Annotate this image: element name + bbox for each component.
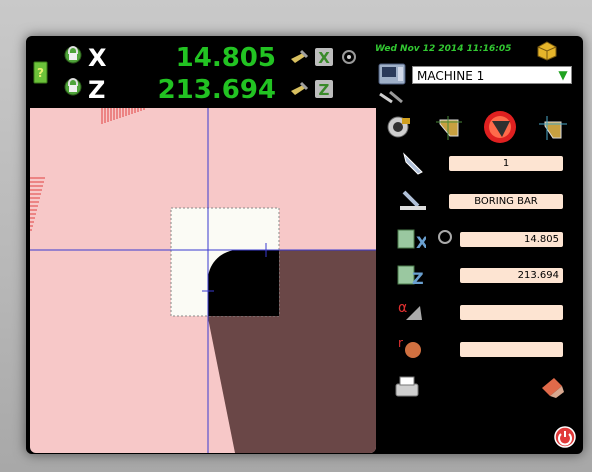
canvas-drawing [30,108,376,453]
tool-number-icon [403,152,423,175]
angle-field[interactable] [460,305,563,320]
x-axis-row: X 14.805 X [26,42,398,78]
x-axis-label: X [88,44,107,72]
zero-axis-icon[interactable]: Z [314,79,334,99]
view-tool-axes-icon[interactable] [539,116,567,140]
zero-axis-icon[interactable]: X [314,47,334,67]
power-icon[interactable] [554,426,576,448]
radius-icon[interactable]: r [396,335,426,361]
toolpath-canvas[interactable] [30,108,376,453]
svg-text:Z: Z [412,269,424,288]
view-tool-outline-icon[interactable] [436,116,462,140]
view-tool-active-icon[interactable] [482,110,518,144]
z-axis-row: Z 213.694 Z [26,74,398,110]
z-offset-icon[interactable]: Z [396,262,426,288]
x-offset-field[interactable]: 14.805 [460,232,563,247]
z-axis-label: Z [88,76,106,104]
z-offset-field[interactable]: 213.694 [460,268,563,283]
touch-off-icon[interactable] [436,229,454,245]
measure-icon[interactable] [339,47,359,67]
x-offset-icon[interactable]: X [396,226,426,252]
svg-text:Z: Z [319,81,330,99]
main-panel: ? X 14.805 X Z 213.694 Z Wed Nov 12 2014… [26,36,583,454]
machine-select-value: MACHINE 1 [417,69,485,83]
z-axis-value: 213.694 [157,75,276,105]
tool-library-icon[interactable] [378,90,406,106]
lock-icon[interactable] [63,44,83,64]
lock-icon[interactable] [63,76,83,96]
eraser-icon[interactable] [538,374,568,400]
tool-number-field[interactable]: 1 [449,156,563,171]
datetime-label: Wed Nov 12 2014 11:16:05 [375,44,512,54]
svg-text:α: α [398,300,407,316]
radius-field[interactable] [460,342,563,357]
x-axis-value: 14.805 [175,43,276,73]
package-icon[interactable] [536,40,558,62]
svg-text:r: r [398,336,403,350]
chevron-down-icon[interactable]: ▼ [555,67,571,83]
tool-set-icon[interactable] [289,47,309,67]
angle-icon[interactable]: α [396,298,426,324]
tool-data-panel: 1 BORING BAR X 14.805 Z 213.694 α r [378,146,576,418]
machine-select[interactable]: MACHINE 1 ▼ [412,66,572,84]
tool-set-icon[interactable] [289,79,309,99]
svg-text:X: X [318,49,330,67]
tool-name-icon [400,190,426,210]
camera-icon[interactable] [384,114,412,140]
machine-icon[interactable] [377,62,407,86]
svg-text:X: X [416,233,426,252]
tool-name-field[interactable]: BORING BAR [449,194,563,209]
printer-icon[interactable] [392,374,422,400]
